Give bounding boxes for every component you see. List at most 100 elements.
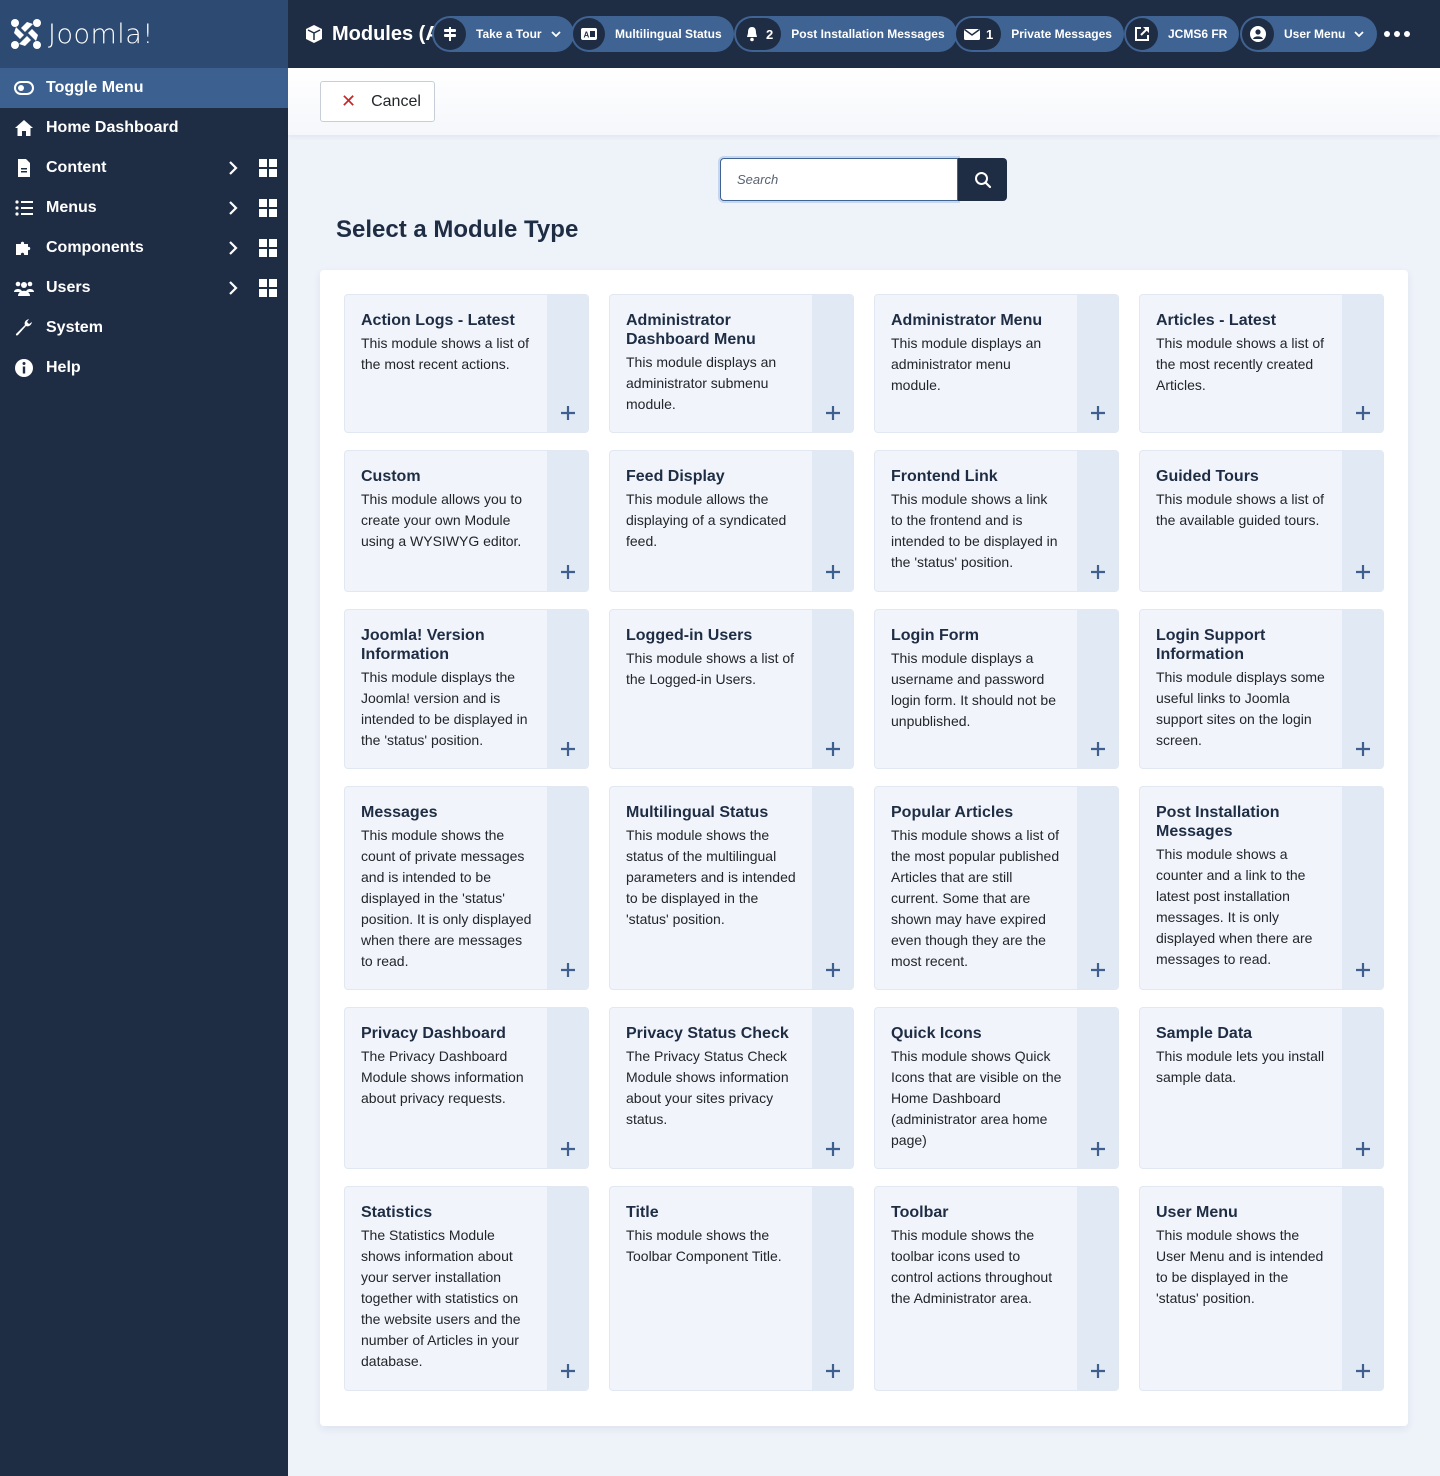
module-card-side [812, 787, 853, 989]
site-link-button[interactable]: JCMS6 FR [1124, 16, 1240, 52]
module-description: This module shows a list of the most rec… [1156, 335, 1325, 393]
chevron-right-icon[interactable] [224, 238, 242, 258]
plus-icon[interactable] [824, 404, 842, 422]
post-installation-messages-button[interactable]: 2 Post Installation Messages [734, 16, 957, 52]
signpost-icon [434, 18, 466, 50]
chevron-right-icon[interactable] [224, 158, 242, 178]
plus-icon[interactable] [824, 740, 842, 758]
sidebar-item-home-dashboard[interactable]: Home Dashboard [0, 108, 288, 148]
plus-icon[interactable] [824, 1362, 842, 1380]
more-options-icon[interactable] [1384, 26, 1412, 42]
plus-icon[interactable] [1354, 563, 1372, 581]
module-title: Articles - Latest [1156, 312, 1277, 329]
module-card[interactable]: Popular Articles This module shows a lis… [874, 786, 1119, 990]
plus-icon[interactable] [1089, 961, 1107, 979]
plus-icon[interactable] [1354, 961, 1372, 979]
module-card[interactable]: Multilingual Status This module shows th… [609, 786, 854, 990]
module-title: User Menu [1156, 1204, 1238, 1221]
plus-icon[interactable] [559, 563, 577, 581]
take-a-tour-button[interactable]: Take a Tour [432, 16, 574, 52]
chevron-right-icon[interactable] [224, 198, 242, 218]
plus-icon[interactable] [1089, 404, 1107, 422]
search-button[interactable] [958, 158, 1007, 201]
sidebar-item-system[interactable]: System [0, 308, 288, 348]
module-card[interactable]: Articles - Latest This module shows a li… [1139, 294, 1384, 433]
module-card[interactable]: Logged-in Users This module shows a list… [609, 609, 854, 769]
module-title: Popular Articles [891, 804, 1014, 821]
cancel-button[interactable]: ✕ Cancel [320, 81, 435, 122]
svg-text:A: A [584, 31, 590, 40]
plus-icon[interactable] [1089, 563, 1107, 581]
close-icon: ✕ [341, 91, 357, 111]
dashboard-grid-icon[interactable] [259, 239, 277, 257]
dashboard-grid-icon[interactable] [259, 199, 277, 217]
module-card[interactable]: Feed Display This module allows the disp… [609, 450, 854, 592]
module-card[interactable]: Login Form This module displays a userna… [874, 609, 1119, 769]
sidebar-item-help[interactable]: Help [0, 348, 288, 388]
joomla-logo-icon [11, 19, 41, 49]
module-card[interactable]: Sample Data This module lets you install… [1139, 1007, 1384, 1169]
plus-icon[interactable] [1354, 740, 1372, 758]
module-card[interactable]: Messages This module shows the count of … [344, 786, 589, 990]
plus-icon[interactable] [1354, 404, 1372, 422]
module-card[interactable]: Toolbar This module shows the toolbar ic… [874, 1186, 1119, 1391]
sidebar-item-label: Users [46, 279, 91, 296]
plus-icon[interactable] [1354, 1362, 1372, 1380]
module-card[interactable]: Administrator Dashboard Menu This module… [609, 294, 854, 433]
multilingual-status-label: Multilingual Status [615, 27, 722, 41]
plus-icon[interactable] [1089, 740, 1107, 758]
search-input[interactable] [720, 158, 958, 201]
toggle-menu-button[interactable]: Toggle Menu [0, 68, 288, 108]
chevron-right-icon[interactable] [224, 278, 242, 298]
toggle-icon [14, 78, 34, 98]
module-card[interactable]: Quick Icons This module shows Quick Icon… [874, 1007, 1119, 1169]
sidebar-item-content[interactable]: Content [0, 148, 288, 188]
plus-icon[interactable] [824, 1140, 842, 1158]
module-card[interactable]: Statistics The Statistics Module shows i… [344, 1186, 589, 1391]
plus-icon[interactable] [1089, 1362, 1107, 1380]
plus-icon[interactable] [559, 1140, 577, 1158]
module-card[interactable]: Login Support Information This module di… [1139, 609, 1384, 769]
module-card[interactable]: Post Installation Messages This module s… [1139, 786, 1384, 990]
logo-bar[interactable]: Joomla! [0, 0, 288, 68]
module-card[interactable]: Administrator Menu This module displays … [874, 294, 1119, 433]
module-description: This module allows you to create your ow… [361, 491, 523, 549]
user-menu-button[interactable]: User Menu [1240, 16, 1378, 52]
module-title: Messages [361, 804, 438, 821]
module-card[interactable]: Joomla! Version Information This module … [344, 609, 589, 769]
post-installation-label: Post Installation Messages [791, 27, 945, 41]
plus-icon[interactable] [559, 1362, 577, 1380]
page-title-text: Modules (Administrator) [332, 22, 444, 45]
module-card[interactable]: Title This module shows the Toolbar Comp… [609, 1186, 854, 1391]
sidebar-item-users[interactable]: Users [0, 268, 288, 308]
multilingual-status-button[interactable]: A Multilingual Status [571, 16, 734, 52]
module-title: Post Installation Messages [1156, 804, 1280, 840]
plus-icon[interactable] [1354, 1140, 1372, 1158]
module-card[interactable]: User Menu This module shows the User Men… [1139, 1186, 1384, 1391]
module-card[interactable]: Guided Tours This module shows a list of… [1139, 450, 1384, 592]
module-card[interactable]: Privacy Status Check The Privacy Status … [609, 1007, 854, 1169]
sidebar-item-label: Components [46, 239, 144, 256]
cube-icon [306, 25, 322, 43]
plus-icon[interactable] [824, 961, 842, 979]
plus-icon[interactable] [559, 404, 577, 422]
module-card[interactable]: Custom This module allows you to create … [344, 450, 589, 592]
plus-icon[interactable] [559, 961, 577, 979]
plus-icon[interactable] [559, 740, 577, 758]
module-card[interactable]: Privacy Dashboard The Privacy Dashboard … [344, 1007, 589, 1169]
plus-icon[interactable] [1089, 1140, 1107, 1158]
module-card[interactable]: Action Logs - Latest This module shows a… [344, 294, 589, 433]
sidebar-item-menus[interactable]: Menus [0, 188, 288, 228]
plus-icon[interactable] [824, 563, 842, 581]
module-title: Quick Icons [891, 1025, 982, 1042]
private-messages-button[interactable]: 1 Private Messages [954, 16, 1124, 52]
module-description: This module shows Quick Icons that are v… [891, 1048, 1062, 1148]
sidebar-item-label: Menus [46, 199, 97, 216]
sidebar-item-components[interactable]: Components [0, 228, 288, 268]
module-card[interactable]: Frontend Link This module shows a link t… [874, 450, 1119, 592]
module-description: This module displays some useful links t… [1156, 669, 1325, 748]
module-title: Statistics [361, 1204, 433, 1221]
dashboard-grid-icon[interactable] [259, 159, 277, 177]
section-heading: Select a Module Type [336, 216, 579, 243]
dashboard-grid-icon[interactable] [259, 279, 277, 297]
